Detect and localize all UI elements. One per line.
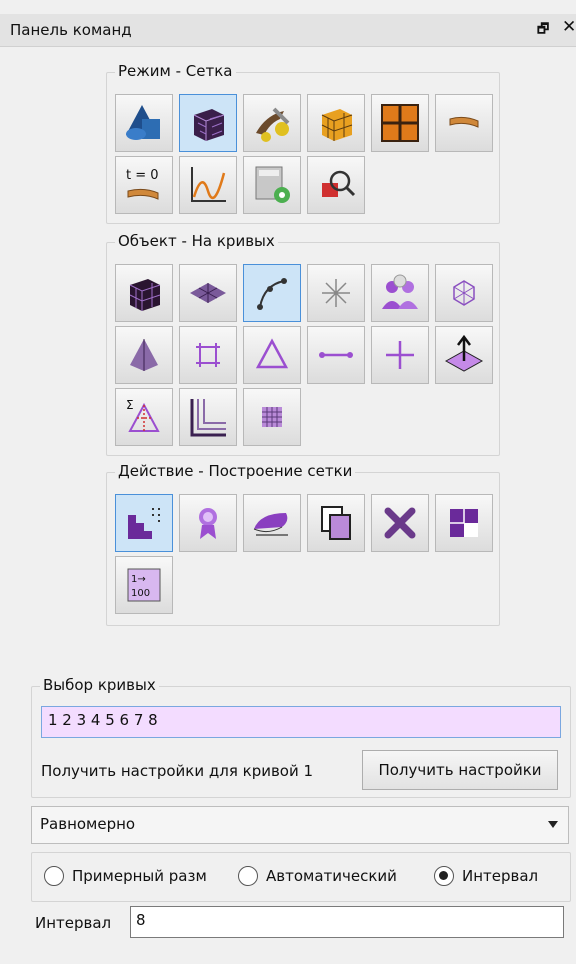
structured-block-icon[interactable] — [307, 94, 365, 152]
grid-replace-icon[interactable] — [435, 494, 493, 552]
surface-mesh-icon[interactable] — [179, 264, 237, 322]
svg-text:100: 100 — [131, 588, 150, 599]
smooth-icon[interactable] — [243, 494, 301, 552]
triangle-edit-icon[interactable] — [243, 326, 301, 384]
interval-input[interactable]: 8 — [130, 906, 564, 938]
radio-approx-size[interactable] — [44, 866, 64, 886]
grid-icon[interactable] — [243, 388, 301, 446]
svg-text:Σ: Σ — [126, 398, 134, 412]
action-group-label: Действие - Построение сетки — [115, 462, 356, 480]
radio-automatic-label[interactable]: Автоматический — [266, 867, 397, 885]
panel-title: Панель команд — [10, 21, 132, 39]
award-icon[interactable] — [179, 494, 237, 552]
get-settings-button[interactable]: Получить настройки — [362, 750, 558, 790]
tetra-mesh-icon[interactable] — [115, 326, 173, 384]
mesh-cube-icon[interactable] — [179, 94, 237, 152]
curve-select-label: Выбор кривых — [40, 676, 159, 694]
mode-group-label: Режим - Сетка — [115, 62, 236, 80]
object-group-label: Объект - На кривых — [115, 232, 278, 250]
topology-icon[interactable] — [435, 264, 493, 322]
point-edit-icon[interactable] — [371, 326, 429, 384]
volume-mesh-icon[interactable] — [115, 264, 173, 322]
calculator-gear-icon[interactable] — [243, 156, 301, 214]
line-edit-icon[interactable] — [307, 326, 365, 384]
restore-icon[interactable]: 🗗 — [537, 20, 549, 42]
vector-icon[interactable] — [435, 326, 493, 384]
delete-x-icon[interactable] — [371, 494, 429, 552]
svg-text:1→: 1→ — [131, 574, 146, 585]
grid-block-icon[interactable] — [371, 94, 429, 152]
graph-curve-icon[interactable] — [179, 156, 237, 214]
mesh-tools-icon[interactable] — [243, 94, 301, 152]
panel-titlebar: Панель команд 🗗 ✕ — [0, 14, 576, 47]
curve-list-input[interactable]: 1 2 3 4 5 6 7 8 — [41, 706, 561, 738]
get-settings-label: Получить настройки для кривой 1 — [41, 762, 314, 780]
radio-automatic[interactable] — [238, 866, 258, 886]
quad-edit-icon[interactable] — [179, 326, 237, 384]
sum-triangle-icon[interactable]: Σ — [115, 388, 173, 446]
distribution-value: Равномерно — [40, 815, 136, 833]
time-step-text: t = 0 — [126, 168, 159, 183]
interval-label: Интервал — [35, 914, 112, 932]
chevron-down-icon — [548, 821, 558, 828]
radio-interval-label[interactable]: Интервал — [462, 867, 538, 885]
parts-icon[interactable] — [371, 264, 429, 322]
time-step-icon[interactable]: t = 0 — [115, 156, 173, 214]
zoom-inspect-icon[interactable] — [307, 156, 365, 214]
blocking-icon[interactable] — [179, 388, 237, 446]
radio-interval[interactable] — [434, 866, 454, 886]
mesh-build-icon[interactable] — [115, 494, 173, 552]
close-icon[interactable]: ✕ — [562, 17, 576, 37]
radio-approx-size-label[interactable]: Примерный разм — [72, 867, 234, 885]
copy-icon[interactable] — [307, 494, 365, 552]
geometry-shapes-icon[interactable] — [115, 94, 173, 152]
node-icon[interactable] — [307, 264, 365, 322]
distribution-select[interactable]: Равномерно — [31, 806, 569, 844]
curve-mesh-icon[interactable] — [243, 264, 301, 322]
mesh-curve-icon[interactable] — [435, 94, 493, 152]
numbering-icon[interactable]: 1→ 100 — [115, 556, 173, 614]
